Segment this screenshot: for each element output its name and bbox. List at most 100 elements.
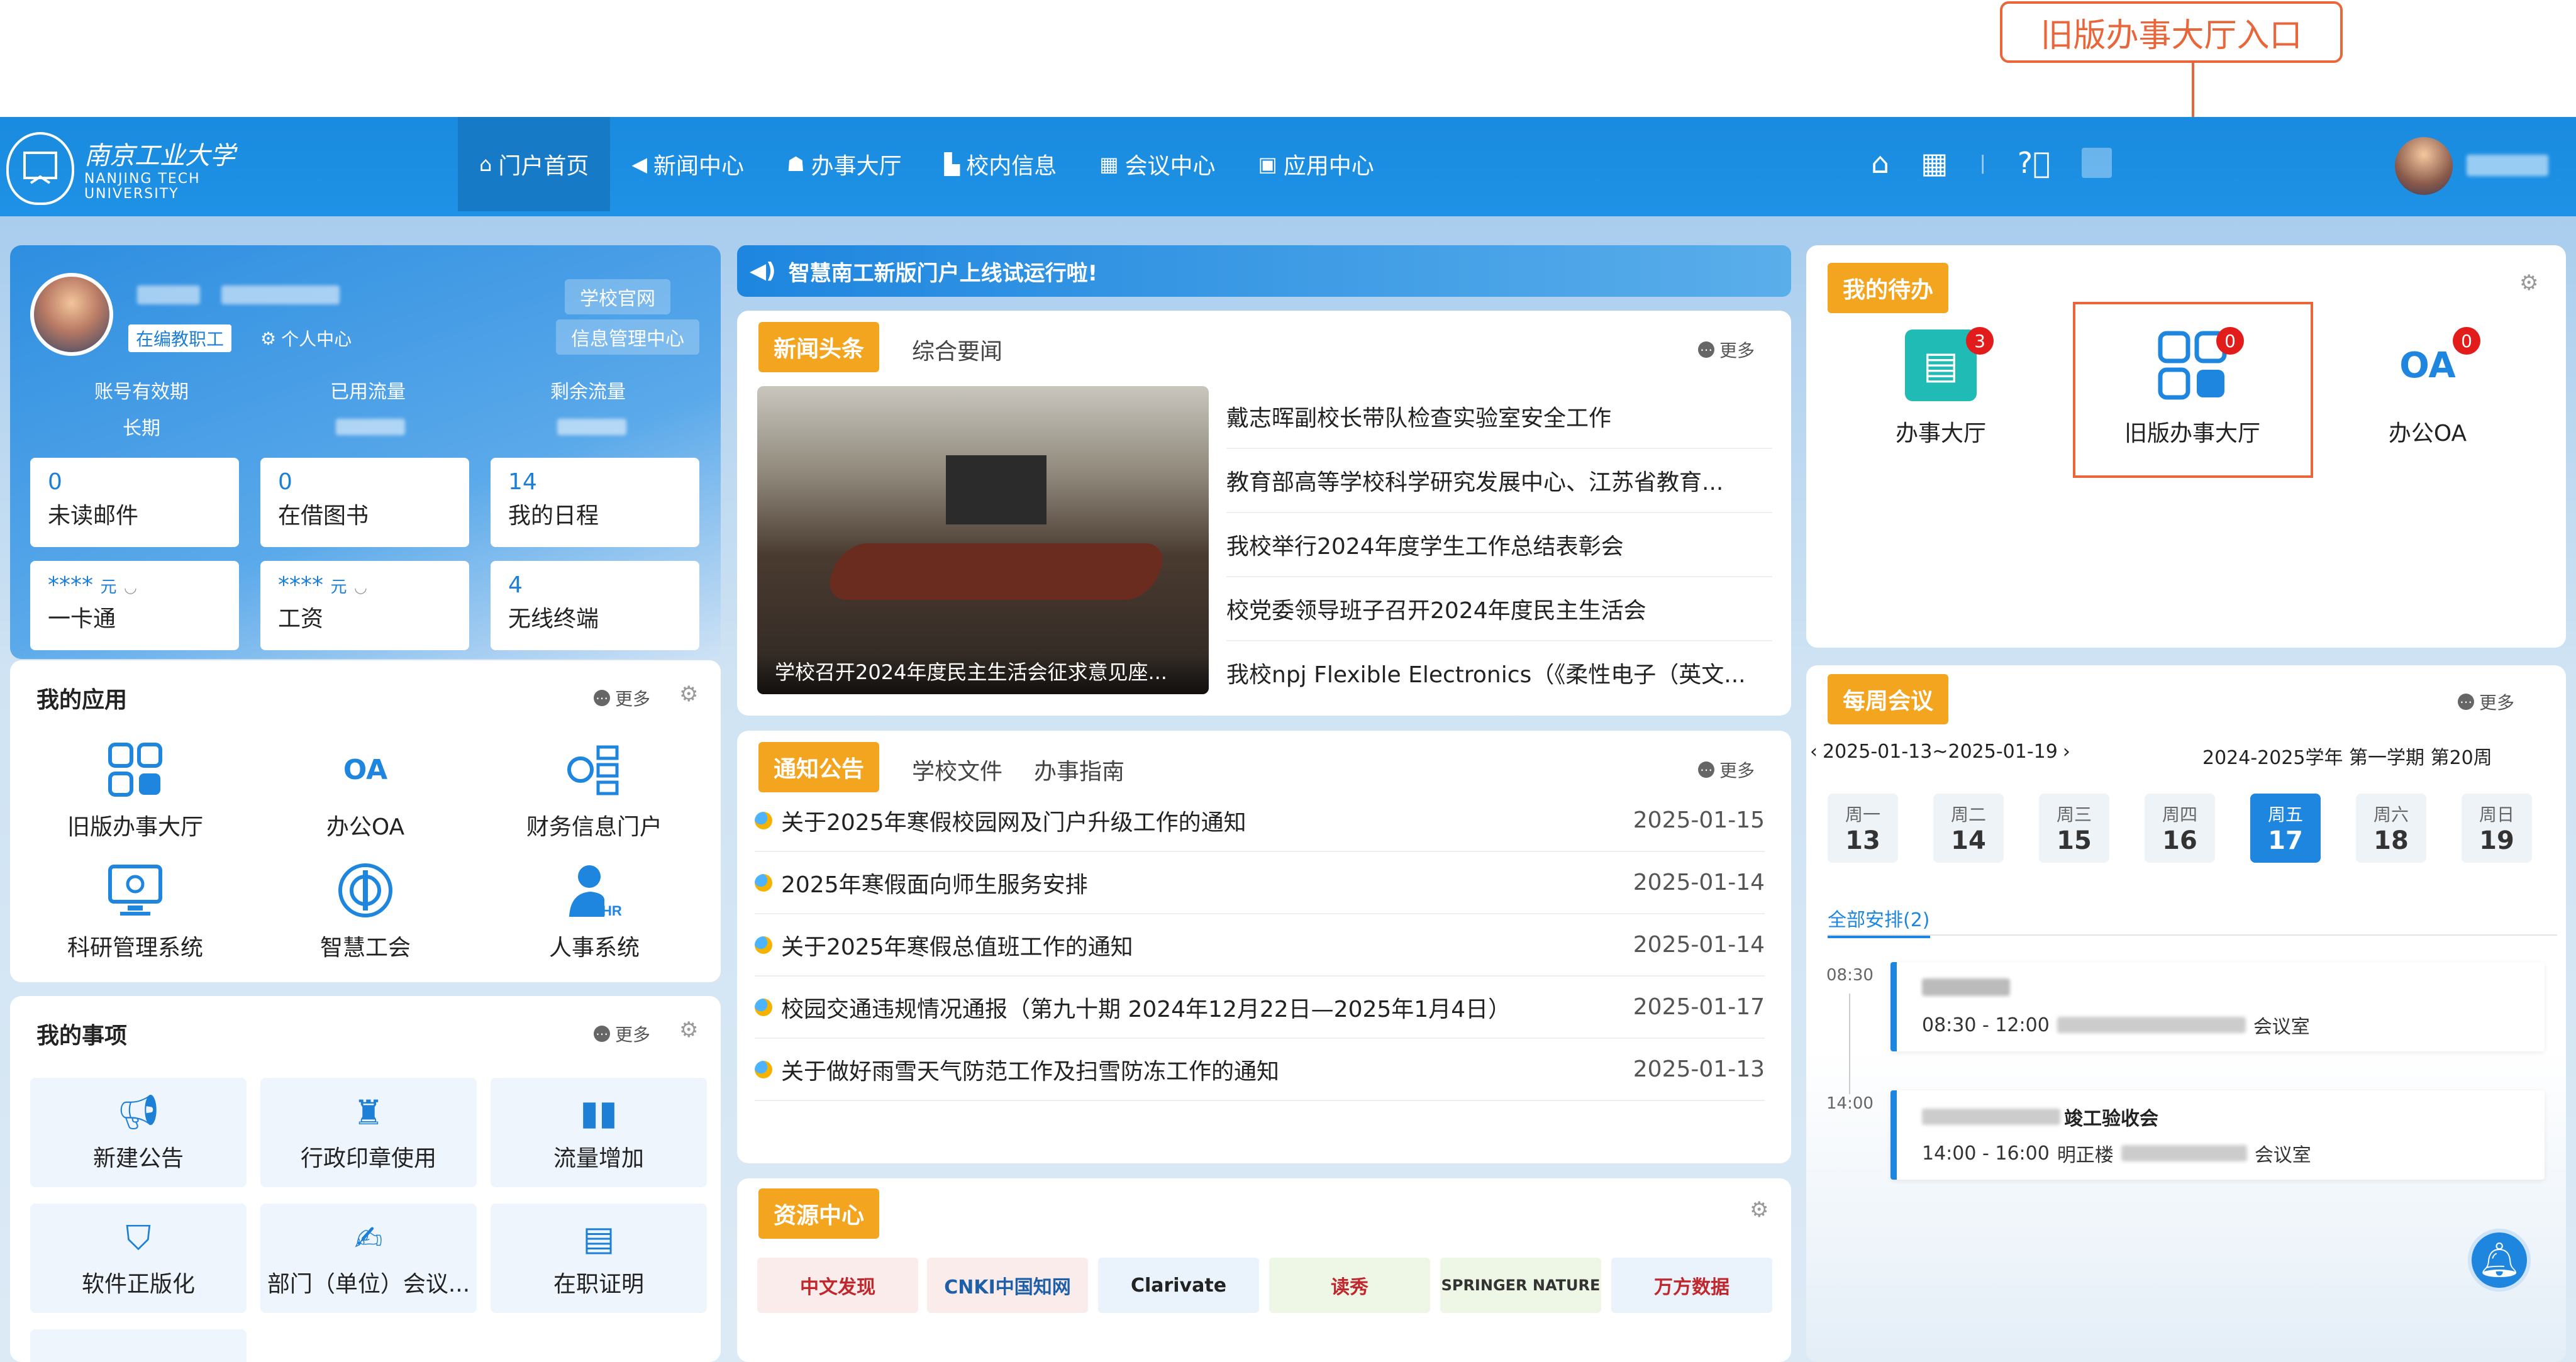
- gear-icon[interactable]: ⚙: [2519, 270, 2538, 296]
- my-apps-more[interactable]: ⋯ 更多: [594, 685, 650, 711]
- app-union[interactable]: 智慧工会: [274, 860, 457, 962]
- help-icon[interactable]: ?⃝: [2018, 146, 2050, 180]
- matter-new-notice[interactable]: 📢︎ 新建公告: [30, 1078, 247, 1187]
- notices-more[interactable]: ⋯ 更多: [1698, 757, 1755, 782]
- app-old-hall[interactable]: 旧版办事大厅: [44, 739, 226, 841]
- notice-row[interactable]: 关于2025年寒假总值班工作的通知 2025-01-14: [755, 914, 1765, 977]
- nav-service-hall[interactable]: ☗ 办事大厅: [765, 117, 923, 211]
- user-avatar[interactable]: [2395, 137, 2453, 195]
- validity-label: 账号有效期: [94, 381, 189, 403]
- university-logo[interactable]: 南京工业大学 NANJING TECH UNIVERSITY: [6, 131, 239, 206]
- tab-headlines[interactable]: 新闻头条: [758, 322, 880, 372]
- matter-dept-meeting[interactable]: ✍ 部门（单位）会议...: [260, 1204, 477, 1313]
- notice-row[interactable]: 2025年寒假面向师生服务安排 2025-01-14: [755, 852, 1765, 914]
- day-wed[interactable]: 周三 15: [2039, 794, 2109, 863]
- meeting-card-1[interactable]: 08:30 - 12:00 会议室: [1890, 962, 2545, 1051]
- app-hr[interactable]: HR 人事系统: [503, 860, 686, 962]
- app-research[interactable]: 科研管理系统: [44, 860, 226, 962]
- shield-check-icon: ⛉: [125, 1218, 152, 1258]
- hr-person-icon: HR: [564, 860, 625, 921]
- gear-icon[interactable]: ⚙: [679, 1017, 698, 1043]
- news-item[interactable]: 我校举行2024年度学生工作总结表彰会: [1226, 513, 1772, 577]
- info-center-link[interactable]: 信息管理中心: [556, 319, 699, 355]
- logo-en-2: UNIVERSITY: [84, 186, 179, 202]
- tab-service-guide[interactable]: 办事指南: [1034, 753, 1124, 786]
- speaker-icon: ◀: [631, 152, 647, 176]
- header-tools: ⌂ ▦ | ?⃝: [1871, 146, 2112, 180]
- remaining-traffic-blurred: [557, 419, 626, 435]
- nav-news[interactable]: ◀ 新闻中心: [610, 117, 765, 211]
- meeting-building: 明正楼: [2057, 1144, 2114, 1166]
- tab-school-files[interactable]: 学校文件: [912, 753, 1002, 786]
- todo-old-hall[interactable]: 0 旧版办事大厅: [2111, 327, 2274, 448]
- news-photo[interactable]: 学校召开2024年度民主生活会征求意见座...: [757, 386, 1209, 694]
- todo-service-hall[interactable]: ▤ 3 办事大厅: [1865, 327, 2016, 448]
- todo-badge: 0: [2216, 327, 2244, 355]
- day-sun[interactable]: 周日 19: [2462, 794, 2532, 863]
- notification-bell-icon[interactable]: 🔔︎: [2468, 1229, 2531, 1292]
- home-icon[interactable]: ⌂: [1871, 146, 1889, 180]
- news-item[interactable]: 教育部高等学校科学研究发展中心、江苏省教育...: [1226, 449, 1772, 513]
- chevron-right-icon[interactable]: ›: [2063, 741, 2070, 763]
- nav-meetings[interactable]: ▦ 会议中心: [1078, 117, 1236, 211]
- nav-home[interactable]: ⌂ 门户首页: [458, 117, 611, 211]
- borrowed-books-tile[interactable]: 0 在借图书: [260, 458, 469, 547]
- unread-mail-tile[interactable]: 0 未读邮件: [30, 458, 239, 547]
- news-item[interactable]: 校党委领导班子召开2024年度民主生活会: [1226, 577, 1772, 641]
- tab-general-news[interactable]: 综合要闻: [912, 333, 1002, 366]
- nav-apps[interactable]: ▣ 应用中心: [1237, 117, 1396, 211]
- notice-row[interactable]: 关于做好雨雪天气防范工作及扫雪防冻工作的通知 2025-01-13: [755, 1039, 1765, 1101]
- matter-seal-use[interactable]: ♜ 行政印章使用: [260, 1078, 477, 1187]
- day-sat[interactable]: 周六 18: [2356, 794, 2426, 863]
- day-tue[interactable]: 周二 14: [1933, 794, 2004, 863]
- resource-zhongwen[interactable]: 中文发现: [757, 1258, 918, 1313]
- news-item[interactable]: 戴志晖副校长带队检查实验室安全工作: [1226, 385, 1772, 449]
- main-nav: ⌂ 门户首页 ◀ 新闻中心 ☗ 办事大厅 ▙ 校内信息 ▦ 会议中心 ▣ 应用中心: [458, 117, 1396, 211]
- user-name-blurred[interactable]: [2467, 155, 2548, 176]
- old-hall-icon: [105, 739, 165, 800]
- blurred-icon[interactable]: [2081, 148, 2112, 178]
- table-icon: ▦: [1099, 152, 1119, 176]
- day-mon[interactable]: 周一 13: [1828, 794, 1898, 863]
- gear-icon[interactable]: ⚙: [1750, 1197, 1768, 1222]
- apps-grid-icon[interactable]: ▦: [1921, 146, 1948, 180]
- matter-software-license[interactable]: ⛉ 软件正版化: [30, 1204, 247, 1313]
- meeting-card-2[interactable]: 竣工验收会 14:00 - 16:00 明正楼 会议室: [1890, 1090, 2545, 1180]
- app-finance[interactable]: 财务信息门户: [503, 739, 686, 841]
- resource-springer[interactable]: SPRINGER NATURE: [1440, 1258, 1601, 1313]
- union-emblem-icon: [335, 860, 396, 921]
- salary-tile[interactable]: **** 元 ◡ 工资: [260, 561, 469, 650]
- notice-row[interactable]: 校园交通违规情况通报（第九十期 2024年12月22日—2025年1月4日） 20…: [755, 977, 1765, 1039]
- eye-closed-icon[interactable]: ◡: [124, 579, 137, 596]
- meetings-more[interactable]: ⋯ 更多: [2458, 689, 2514, 714]
- wireless-devices-tile[interactable]: 4 无线终端: [491, 561, 699, 650]
- todo-oa[interactable]: OA 0 办公OA: [2352, 327, 2503, 448]
- day-thu[interactable]: 周四 16: [2145, 794, 2215, 863]
- app-oa[interactable]: OA 办公OA: [274, 739, 457, 841]
- matter-employment-cert[interactable]: ▤ 在职证明: [491, 1204, 707, 1313]
- resource-cnki[interactable]: CNKI中国知网: [927, 1258, 1088, 1313]
- announcement-banner[interactable]: ◀) 智慧南工新版门户上线试运行啦!: [737, 245, 1791, 297]
- news-more[interactable]: ⋯ 更多: [1698, 337, 1755, 362]
- campus-card-tile[interactable]: **** 元 ◡ 一卡通: [30, 561, 239, 650]
- meeting-place-blurred: [2121, 1145, 2247, 1161]
- news-item[interactable]: 我校npj Flexible Electronics（《柔性电子（英文...: [1226, 641, 1772, 704]
- my-matters-more[interactable]: ⋯ 更多: [594, 1021, 650, 1046]
- remaining-traffic-label: 剩余流量: [550, 381, 626, 403]
- resource-wanfang[interactable]: 万方数据: [1611, 1258, 1772, 1313]
- chevron-left-icon[interactable]: ‹: [1810, 741, 1818, 763]
- day-fri[interactable]: 周五 17: [2250, 794, 2321, 863]
- school-site-link[interactable]: 学校官网: [565, 279, 670, 314]
- gear-icon[interactable]: ⚙: [679, 682, 698, 707]
- personal-center-link[interactable]: ⚙ 个人中心: [260, 326, 352, 351]
- all-schedule-tab[interactable]: 全部安排(2): [1828, 904, 1930, 938]
- resource-clarivate[interactable]: Clarivate: [1098, 1258, 1259, 1313]
- more-dots-icon: ⋯: [594, 690, 610, 706]
- tab-notices[interactable]: 通知公告: [758, 742, 880, 792]
- eye-closed-icon[interactable]: ◡: [354, 579, 367, 596]
- nav-campus-info[interactable]: ▙ 校内信息: [923, 117, 1079, 211]
- notice-row[interactable]: 关于2025年寒假校园网及门户升级工作的通知 2025-01-15: [755, 790, 1765, 852]
- resource-duxiu[interactable]: 读秀: [1269, 1258, 1430, 1313]
- my-schedule-tile[interactable]: 14 我的日程: [491, 458, 699, 547]
- matter-traffic-increase[interactable]: ▮▮ 流量增加: [491, 1078, 707, 1187]
